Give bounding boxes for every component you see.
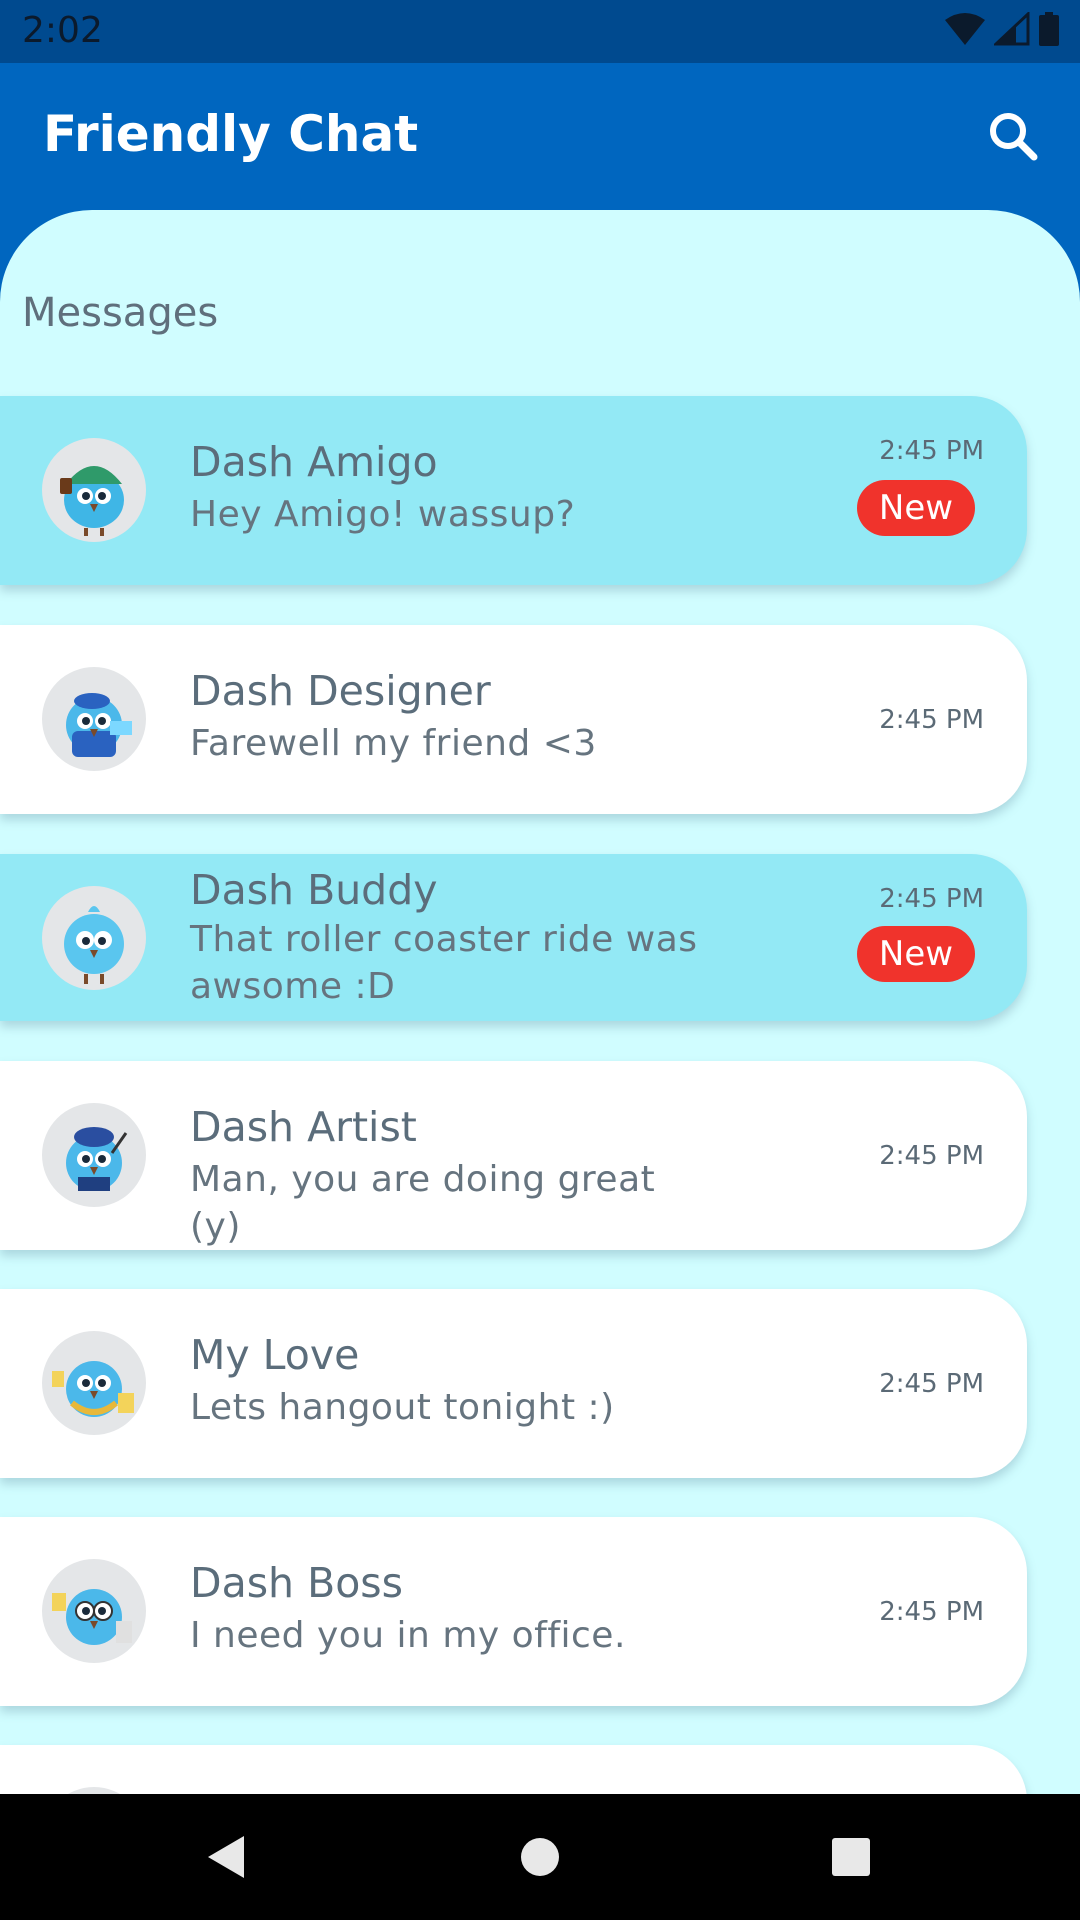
search-button[interactable] <box>984 107 1044 167</box>
conversation-item[interactable]: Dash Buddy That roller coaster ride was … <box>0 854 1027 1021</box>
app-bar: Friendly Chat <box>0 63 1080 210</box>
message-time: 2:45 PM <box>879 1597 984 1627</box>
navigation-bar <box>0 1794 1080 1920</box>
conversation-item[interactable]: My Love Lets hangout tonight :) 2:45 PM <box>0 1289 1027 1478</box>
dash-bird-avatar-icon <box>64 906 124 984</box>
message-time: 2:45 PM <box>879 705 984 735</box>
avatar <box>42 1559 146 1663</box>
message-time: 2:45 PM <box>879 884 984 914</box>
contact-name: Dash Designer <box>190 667 491 715</box>
message-preview: Hey Amigo! wassup? <box>190 494 576 535</box>
avatar <box>42 438 146 542</box>
conversation-item[interactable]: Dash Amigo Hey Amigo! wassup? 2:45 PM Ne… <box>0 396 1027 585</box>
message-preview: I need you in my office. <box>190 1615 626 1656</box>
status-icons <box>944 12 1060 46</box>
contact-name: Dash Boss <box>190 1559 404 1607</box>
search-icon <box>990 113 1038 161</box>
messages-panel: Messages Dash Amigo Hey Amigo! wassup? 2… <box>0 210 1080 1794</box>
section-title: Messages <box>22 290 219 336</box>
message-preview: Lets hangout tonight :) <box>190 1387 615 1428</box>
home-circle-icon[interactable] <box>520 1832 560 1882</box>
avatar <box>42 667 146 771</box>
message-preview: Farewell my friend <3 <box>190 723 597 764</box>
status-bar: 2:02 <box>0 0 1080 63</box>
wifi-icon <box>945 13 985 45</box>
status-time: 2:02 <box>22 10 103 51</box>
dash-bird-avatar-icon <box>66 693 132 757</box>
recents-square-icon[interactable] <box>831 1832 871 1882</box>
battery-icon <box>1039 12 1059 46</box>
message-time: 2:45 PM <box>879 1141 984 1171</box>
message-preview: Man, you are doing great (y) <box>190 1159 656 1247</box>
signal-icon <box>994 12 1030 46</box>
conversation-item[interactable] <box>0 1745 1027 1794</box>
avatar <box>42 886 146 990</box>
avatar <box>42 1103 146 1207</box>
dash-bird-avatar-icon <box>66 1127 128 1191</box>
contact-name: My Love <box>190 1331 360 1379</box>
new-badge: New <box>857 926 975 982</box>
app-title: Friendly Chat <box>43 105 419 163</box>
conversation-item[interactable]: Dash Boss I need you in my office. 2:45 … <box>0 1517 1027 1706</box>
message-time: 2:45 PM <box>879 436 984 466</box>
dash-bird-avatar-icon <box>52 1589 132 1645</box>
contact-name: Dash Buddy <box>190 866 438 914</box>
conversation-item[interactable]: Dash Designer Farewell my friend <3 2:45… <box>0 625 1027 814</box>
message-time: 2:45 PM <box>879 1369 984 1399</box>
avatar <box>42 1787 146 1794</box>
contact-name: Dash Artist <box>190 1103 417 1151</box>
contact-name: Dash Amigo <box>190 438 438 486</box>
message-preview: That roller coaster ride was awsome :D <box>190 919 698 1007</box>
dash-bird-avatar-icon <box>60 466 124 536</box>
new-badge: New <box>857 480 975 536</box>
back-triangle-icon[interactable] <box>204 1832 248 1882</box>
dash-bird-avatar-icon <box>52 1361 134 1417</box>
conversation-item[interactable]: Dash Artist Man, you are doing great (y)… <box>0 1061 1027 1250</box>
avatar <box>42 1331 146 1435</box>
